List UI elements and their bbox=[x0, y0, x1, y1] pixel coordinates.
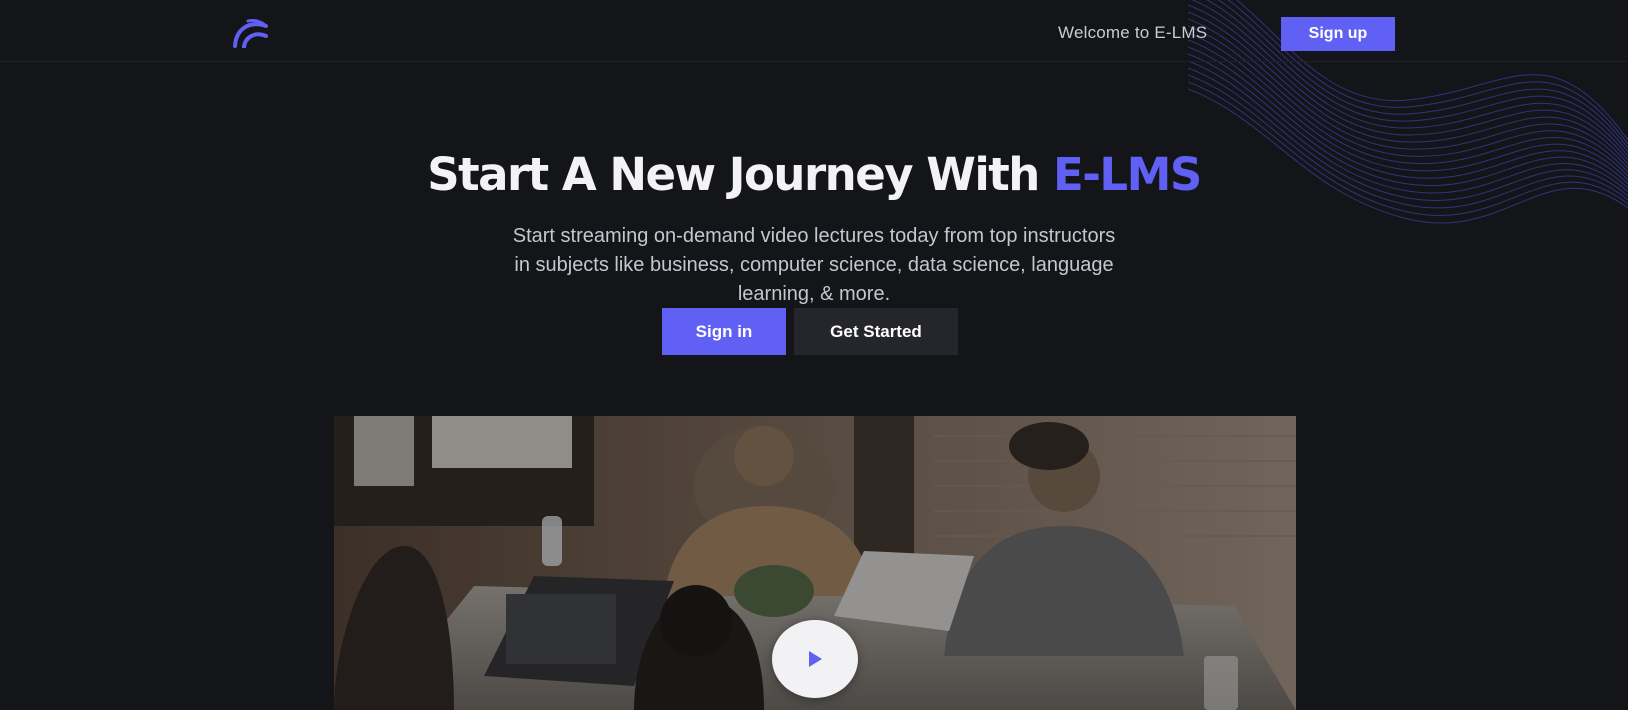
video-play-button[interactable] bbox=[772, 620, 858, 698]
signup-button[interactable]: Sign up bbox=[1281, 17, 1395, 51]
landing-page: Welcome to E-LMS Sign up Start A New Jou… bbox=[0, 0, 1628, 710]
play-icon bbox=[806, 650, 824, 668]
hero-video[interactable] bbox=[334, 416, 1296, 710]
hero-title-main: Start A New Journey With bbox=[427, 148, 1040, 201]
hero-title: Start A New Journey With E-LMS bbox=[0, 148, 1628, 201]
hero-title-accent: E-LMS bbox=[1053, 148, 1202, 201]
welcome-text: Welcome to E-LMS bbox=[1058, 23, 1208, 42]
get-started-button[interactable]: Get Started bbox=[794, 308, 958, 355]
e-lms-logo-icon[interactable] bbox=[232, 16, 270, 49]
signin-button[interactable]: Sign in bbox=[662, 308, 786, 355]
hero-subtitle: Start streaming on-demand video lectures… bbox=[512, 225, 1116, 305]
top-navbar: Welcome to E-LMS Sign up bbox=[0, 0, 1628, 62]
